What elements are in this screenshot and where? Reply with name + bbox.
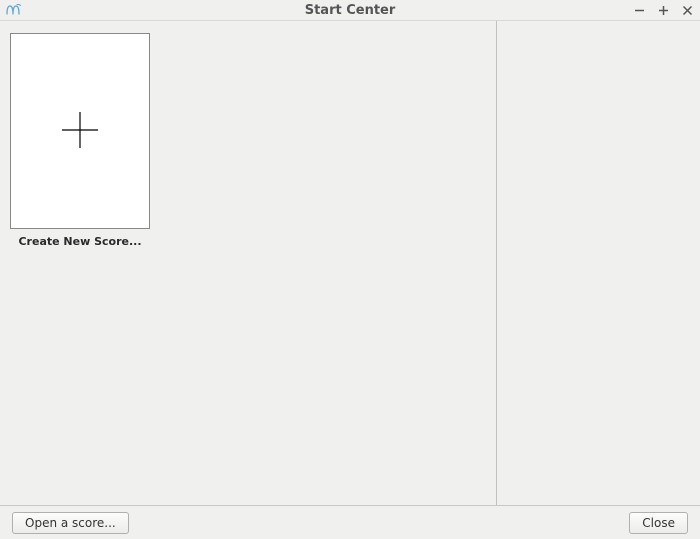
create-new-score-thumb: [10, 33, 150, 229]
window-title: Start Center: [0, 3, 700, 18]
open-score-button[interactable]: Open a score...: [12, 512, 129, 534]
close-button[interactable]: Close: [629, 512, 688, 534]
maximize-icon[interactable]: [656, 3, 670, 17]
create-new-score-tile[interactable]: Create New Score...: [10, 33, 150, 248]
preview-pane: [496, 21, 700, 505]
window-controls: [632, 0, 694, 20]
footer: Open a score... Close: [0, 505, 700, 539]
minimize-icon[interactable]: [632, 3, 646, 17]
close-icon[interactable]: [680, 3, 694, 17]
window-body: Create New Score...: [0, 21, 700, 505]
musescore-app-icon: [6, 3, 22, 17]
create-new-score-label: Create New Score...: [18, 235, 141, 248]
titlebar: Start Center: [0, 0, 700, 21]
scores-pane: Create New Score...: [0, 21, 496, 505]
plus-icon: [60, 110, 100, 153]
